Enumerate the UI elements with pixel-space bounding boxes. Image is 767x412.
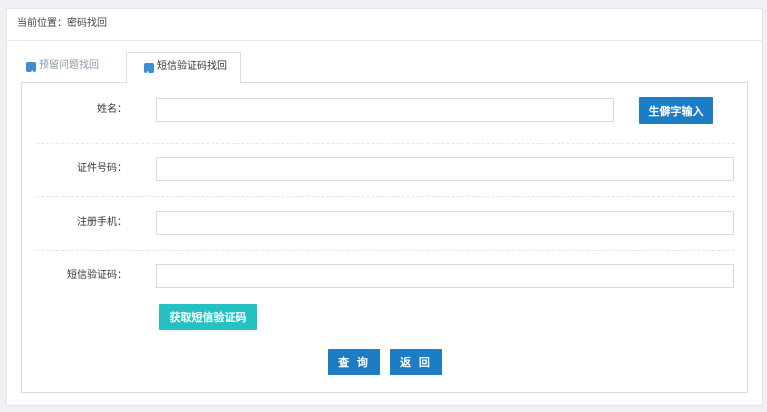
sms-code-input[interactable] bbox=[156, 264, 734, 288]
sms-code-label: 短信验证码： bbox=[67, 270, 127, 281]
phone-input[interactable] bbox=[156, 211, 734, 235]
tab-sms-code[interactable]: 短信验证码找回 bbox=[126, 52, 241, 84]
query-button[interactable]: 查 询 bbox=[328, 349, 380, 375]
phone-label: 注册手机： bbox=[77, 217, 127, 228]
name-label: 姓名： bbox=[97, 104, 127, 115]
name-input[interactable] bbox=[156, 98, 614, 122]
back-button[interactable]: 返 回 bbox=[390, 349, 442, 375]
divider bbox=[36, 196, 735, 197]
id-number-label: 证件号码： bbox=[77, 163, 127, 174]
main-panel: 当前位置：密码找回 预留问题找回 短信验证码找回 姓名： 生僻字输入 证件号码： bbox=[6, 8, 763, 406]
breadcrumb: 当前位置：密码找回 bbox=[7, 9, 762, 41]
recovery-form: 姓名： 生僻字输入 证件号码： 注册手机： 短信验证码： 获取短信验证码 查 询… bbox=[21, 82, 748, 393]
divider bbox=[36, 250, 735, 251]
rare-character-input-button[interactable]: 生僻字输入 bbox=[639, 97, 713, 124]
tab-label: 短信验证码找回 bbox=[157, 61, 227, 72]
tab-security-question[interactable]: 预留问题找回 bbox=[21, 52, 125, 82]
divider bbox=[36, 143, 735, 144]
id-number-input[interactable] bbox=[156, 157, 734, 181]
tab-label: 预留问题找回 bbox=[39, 60, 99, 71]
get-sms-code-button[interactable]: 获取短信验证码 bbox=[159, 304, 257, 330]
pencil-icon bbox=[26, 62, 36, 76]
phone-icon bbox=[144, 63, 154, 77]
